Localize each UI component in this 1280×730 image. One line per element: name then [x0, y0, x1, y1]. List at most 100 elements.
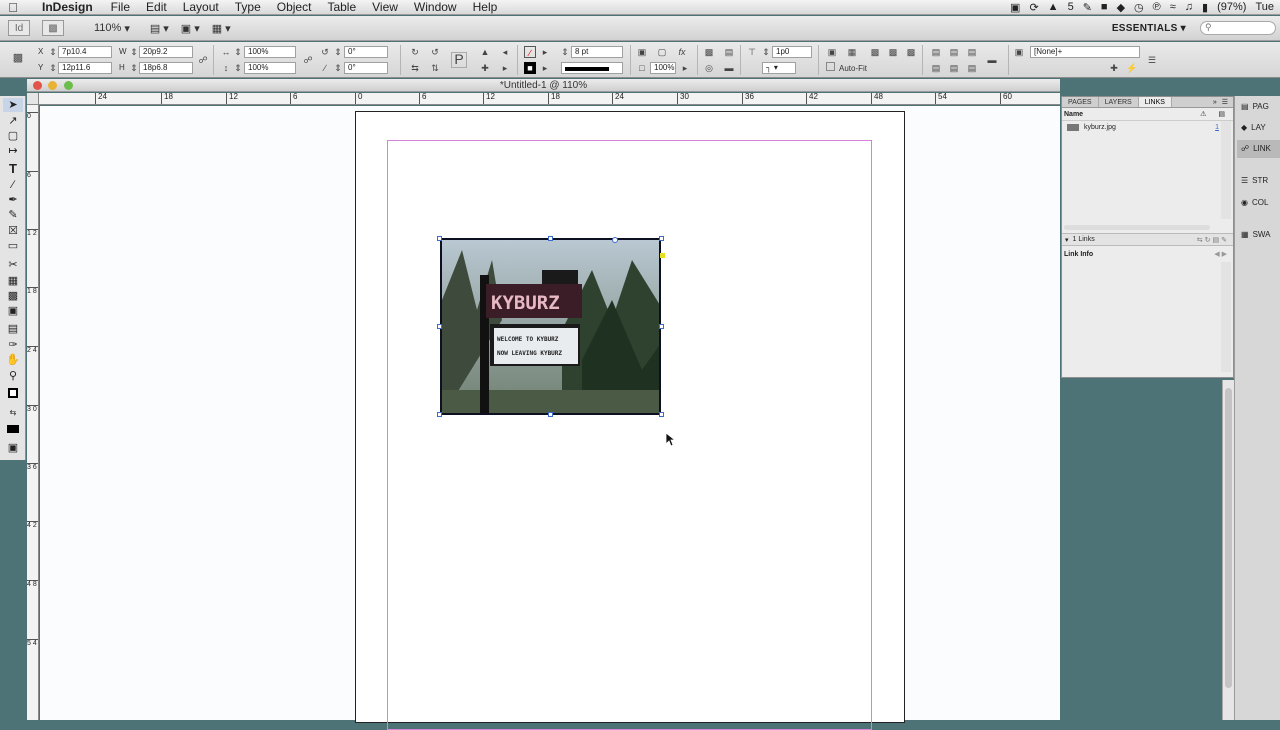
- rotate-stepper-icon[interactable]: ⇕: [332, 46, 344, 58]
- align-bottom-icon[interactable]: ▤: [966, 62, 978, 74]
- horizontal-ruler[interactable]: 24 18 12 6 0 6 12 18 24 30 36 42 48 54 6…: [39, 93, 1060, 105]
- apple-icon[interactable]: : [0, 0, 26, 15]
- h-field[interactable]: 18p6.8: [139, 62, 193, 74]
- adobe-icon[interactable]: ▲: [1048, 1, 1059, 13]
- resize-handle[interactable]: [659, 324, 664, 329]
- free-transform-tool-icon[interactable]: ▦: [3, 274, 23, 288]
- stroke-dropdown-icon[interactable]: ▸: [539, 62, 551, 74]
- auto-fit-checkbox[interactable]: [826, 62, 835, 71]
- link-info-header[interactable]: Link Info ◀ ▶: [1062, 248, 1233, 260]
- shear-stepper-icon[interactable]: ⇕: [332, 62, 344, 74]
- fit-proportional-icon[interactable]: ▩: [887, 46, 899, 58]
- pencil-tool-icon[interactable]: ✎: [3, 208, 23, 222]
- help-search-input[interactable]: ⚲: [1200, 21, 1276, 35]
- scissors-tool-icon[interactable]: ✂: [3, 258, 23, 272]
- flip-vertical-icon[interactable]: ⇅: [429, 62, 441, 74]
- fit-content-to-frame-icon[interactable]: ▦: [846, 46, 858, 58]
- scroll-thumb[interactable]: [1225, 388, 1232, 688]
- flip-horizontal-icon[interactable]: ⇆: [409, 62, 421, 74]
- bridge-icon[interactable]: ▩: [42, 20, 64, 36]
- page-tool-icon[interactable]: ▢: [3, 129, 23, 143]
- rotate-ccw-icon[interactable]: ↺: [429, 46, 441, 58]
- menu-window[interactable]: Window: [406, 0, 465, 14]
- align-right-icon[interactable]: ▤: [966, 46, 978, 58]
- shear-field[interactable]: 0°: [344, 62, 388, 74]
- view-options-dropdown[interactable]: ▤ ▾: [150, 22, 169, 35]
- bluetooth-icon[interactable]: ℗: [1153, 1, 1161, 13]
- panel-collapse-icon[interactable]: »: [1213, 97, 1222, 107]
- link-row[interactable]: kyburz.jpg 1: [1062, 121, 1233, 134]
- battery-icon[interactable]: ▮: [1202, 1, 1208, 14]
- hand-tool-icon[interactable]: ✋: [3, 353, 23, 367]
- w-field[interactable]: 20p9.2: [139, 46, 193, 58]
- align-middle-icon[interactable]: ▤: [948, 62, 960, 74]
- x-field[interactable]: 7p10.4: [58, 46, 112, 58]
- rotate-field[interactable]: 0°: [344, 46, 388, 58]
- line-tool-icon[interactable]: ∕: [3, 178, 23, 192]
- menu-file[interactable]: File: [103, 0, 138, 14]
- stroke-weight-field[interactable]: 8 pt: [571, 46, 623, 58]
- fx-icon[interactable]: fx: [676, 46, 688, 58]
- volume-icon[interactable]: ♫: [1185, 1, 1193, 13]
- image-frame[interactable]: KYBURZ WELCOME TO KYBURZ NOW LEAVING KYB…: [440, 238, 661, 415]
- zoom-level-dropdown[interactable]: 110% ▾: [94, 22, 130, 35]
- gradient-swatch-tool-icon[interactable]: ▩: [3, 289, 23, 303]
- vertical-ruler[interactable]: 0 6 1 2 1 8 2 4 3 0 3 6 4 2 4 8 5 4: [27, 105, 39, 720]
- screen-mode-icon[interactable]: ▣: [3, 441, 23, 455]
- resize-handle[interactable]: [437, 236, 442, 241]
- document-tab[interactable]: *Untitled-1 @ 110%: [27, 79, 1060, 92]
- y-field[interactable]: 12p11.6: [58, 62, 112, 74]
- rectangle-tool-icon[interactable]: ▭: [3, 239, 23, 253]
- eyedropper-tool-icon[interactable]: ✑: [3, 338, 23, 352]
- drop-shadow-icon[interactable]: ▣: [636, 46, 648, 58]
- note-tool-icon[interactable]: ▤: [3, 322, 23, 336]
- info-scrollbar[interactable]: [1221, 262, 1231, 372]
- swap-fill-stroke-icon[interactable]: ⇆: [3, 406, 23, 420]
- tab-pages[interactable]: PAGES: [1062, 97, 1099, 107]
- clear-overrides-icon[interactable]: ✚: [1108, 62, 1120, 74]
- gap-field[interactable]: 1p0: [772, 46, 812, 58]
- panel-menu-icon[interactable]: ☰: [1222, 97, 1233, 107]
- clock[interactable]: Tue: [1255, 1, 1274, 13]
- rectangle-frame-tool-icon[interactable]: ☒: [3, 224, 23, 238]
- close-icon[interactable]: [33, 81, 42, 90]
- constrain-scale-icon[interactable]: ☍: [302, 54, 314, 66]
- menu-edit[interactable]: Edit: [138, 0, 175, 14]
- prev-next-icon[interactable]: ◀ ▶: [1214, 250, 1233, 258]
- corner-option-handle[interactable]: [660, 253, 665, 258]
- timemachine-icon[interactable]: ◷: [1134, 1, 1144, 14]
- document-vertical-scrollbar[interactable]: [1222, 380, 1234, 720]
- stroke-swatch-icon[interactable]: ■: [524, 62, 536, 74]
- wifi-icon[interactable]: ≈: [1170, 1, 1176, 13]
- sync-icon[interactable]: ⟳: [1029, 1, 1038, 14]
- gradient-feather-tool-icon[interactable]: ▣: [3, 304, 23, 318]
- menu-layout[interactable]: Layout: [175, 0, 227, 14]
- list-scrollbar[interactable]: [1221, 121, 1231, 219]
- name-column-header[interactable]: Name: [1064, 111, 1083, 118]
- horizontal-scrollbar[interactable]: [1064, 225, 1210, 230]
- screen-mode-dropdown[interactable]: ▣ ▾: [181, 22, 200, 35]
- minimize-icon[interactable]: [48, 81, 57, 90]
- dock-item-color[interactable]: ◉ COL: [1237, 194, 1280, 212]
- select-content-icon[interactable]: ✚: [479, 62, 491, 74]
- content-grabber[interactable]: [612, 237, 618, 243]
- status-column-icon[interactable]: ⚠: [1200, 110, 1206, 118]
- fill-frame-icon[interactable]: ▩: [869, 46, 881, 58]
- select-previous-icon[interactable]: ◂: [499, 46, 511, 58]
- gap-stepper-icon[interactable]: ⇕: [760, 46, 772, 58]
- fill-stroke-icon[interactable]: [3, 388, 23, 402]
- dock-item-pages[interactable]: ▤ PAG: [1237, 98, 1280, 116]
- selection-tool-icon[interactable]: ➤: [3, 98, 23, 112]
- text-wrap-bbox-icon[interactable]: ▤: [723, 46, 735, 58]
- resize-handle[interactable]: [548, 412, 553, 417]
- stroke-type-select[interactable]: [561, 62, 623, 74]
- menu-table[interactable]: Table: [319, 0, 364, 14]
- tab-links[interactable]: LINKS: [1138, 97, 1172, 107]
- constrain-proportions-icon[interactable]: ☍: [197, 54, 209, 66]
- scale-y-stepper-icon[interactable]: ⇕: [232, 62, 244, 74]
- fit-frame-to-content-icon[interactable]: ▣: [826, 46, 838, 58]
- dock-item-layers[interactable]: ◆ LAY: [1237, 119, 1280, 137]
- menu-view[interactable]: View: [364, 0, 406, 14]
- select-container-icon[interactable]: ▲: [479, 46, 491, 58]
- align-top-icon[interactable]: ▤: [930, 62, 942, 74]
